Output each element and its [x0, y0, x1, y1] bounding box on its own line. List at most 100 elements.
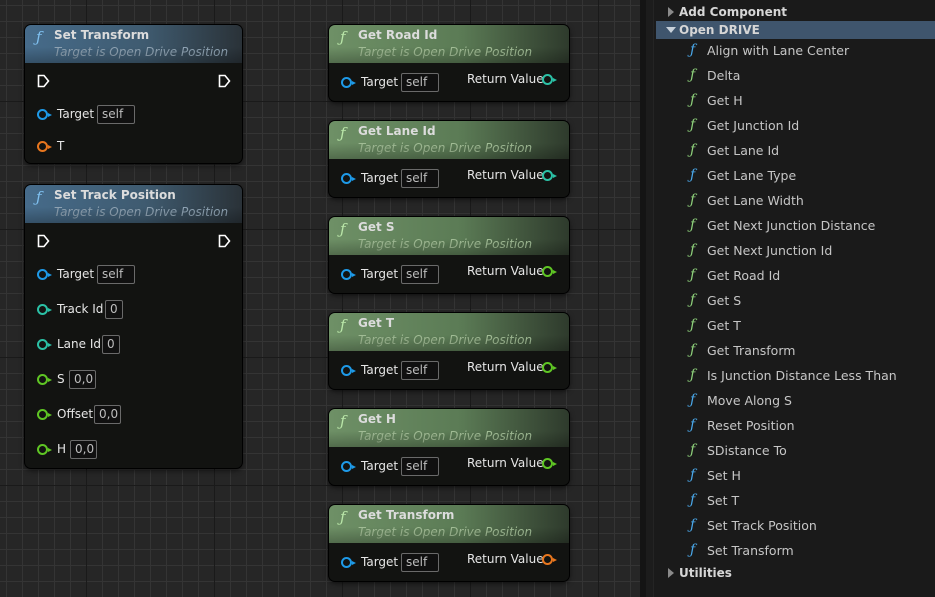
palette-item[interactable]: ƒ Get Junction Id [656, 115, 935, 137]
struct-return-pin-icon[interactable] [542, 554, 557, 565]
target-input[interactable]: self [401, 265, 439, 284]
category-open-drive[interactable]: Open DRIVE [656, 21, 935, 39]
node-header[interactable]: ƒ Get Lane Id Target is Open Drive Posit… [329, 121, 569, 159]
palette-item[interactable]: ƒ Set H [656, 465, 935, 487]
int-pin-icon[interactable] [37, 339, 52, 350]
float-pin-icon[interactable] [37, 444, 52, 455]
palette-item-label: Delta [707, 68, 741, 83]
int-pin-icon[interactable] [37, 304, 52, 315]
palette-item[interactable]: ƒ Reset Position [656, 415, 935, 437]
return-label: Return Value [467, 264, 544, 278]
node-get-road-id[interactable]: ƒ Get Road Id Target is Open Drive Posit… [329, 25, 569, 101]
node-header[interactable]: ƒ Get Road Id Target is Open Drive Posit… [329, 25, 569, 63]
palette-item[interactable]: ƒ Align with Lane Center [656, 40, 935, 62]
node-header[interactable]: ƒ Set Transform Target is Open Drive Pos… [25, 25, 242, 63]
palette-item[interactable]: ƒ Get Next Junction Id [656, 240, 935, 262]
target-input[interactable]: self [401, 457, 439, 476]
object-pin-icon[interactable] [341, 365, 356, 376]
pin-row-h: H 0,0 [25, 440, 242, 459]
palette-item[interactable]: ƒ Is Junction Distance Less Than [656, 365, 935, 387]
palette-item[interactable]: ƒ Get S [656, 290, 935, 312]
palette-item-label: Set Track Position [707, 518, 817, 533]
int-return-pin-icon[interactable] [542, 170, 557, 181]
palette-item[interactable]: ƒ Delta [656, 65, 935, 87]
palette-item-label: Get Transform [707, 343, 796, 358]
object-pin-icon[interactable] [341, 77, 356, 88]
palette-item[interactable]: ƒ Get H [656, 90, 935, 112]
node-subtitle: Target is Open Drive Position [358, 333, 533, 347]
pure-function-icon: ƒ [690, 92, 696, 108]
chevron-right-icon[interactable] [668, 7, 674, 17]
target-input[interactable]: self [401, 169, 439, 188]
offset-input[interactable]: 0,0 [94, 405, 121, 424]
node-get-t[interactable]: ƒ Get T Target is Open Drive Position Ta… [329, 313, 569, 389]
object-pin-icon[interactable] [341, 173, 356, 184]
node-subtitle: Target is Open Drive Position [358, 45, 533, 59]
palette-item[interactable]: ƒ SDistance To [656, 440, 935, 462]
float-pin-icon[interactable] [37, 374, 52, 385]
int-return-pin-icon[interactable] [542, 74, 557, 85]
target-input[interactable]: self [97, 105, 135, 124]
node-get-h[interactable]: ƒ Get H Target is Open Drive Position Ta… [329, 409, 569, 485]
function-icon: ƒ [690, 392, 696, 408]
float-pin-icon[interactable] [37, 409, 52, 420]
function-icon: ƒ [340, 412, 346, 430]
exec-in-pin-icon[interactable] [37, 234, 50, 248]
palette-item[interactable]: ƒ Get Road Id [656, 265, 935, 287]
exec-row [25, 74, 242, 90]
node-header[interactable]: ƒ Get T Target is Open Drive Position [329, 313, 569, 351]
chevron-down-icon[interactable] [666, 27, 676, 33]
palette-item[interactable]: ƒ Set T [656, 490, 935, 512]
category-label: Open DRIVE [679, 23, 760, 37]
node-header[interactable]: ƒ Get Transform Target is Open Drive Pos… [329, 505, 569, 543]
target-input[interactable]: self [97, 265, 135, 284]
node-set-track-position[interactable]: ƒ Set Track Position Target is Open Driv… [25, 185, 242, 468]
pin-row: Target self Return Value [329, 552, 569, 572]
chevron-right-icon[interactable] [668, 568, 674, 578]
palette-item[interactable]: ƒ Get Lane Type [656, 165, 935, 187]
object-pin-icon[interactable] [341, 557, 356, 568]
target-input[interactable]: self [401, 553, 439, 572]
palette-item[interactable]: ƒ Get Transform [656, 340, 935, 362]
float-return-pin-icon[interactable] [542, 458, 557, 469]
palette-item[interactable]: ƒ Get Lane Id [656, 140, 935, 162]
target-input[interactable]: self [401, 73, 439, 92]
track-id-input[interactable]: 0 [105, 300, 123, 319]
exec-out-pin-icon[interactable] [218, 74, 231, 88]
palette-item[interactable]: ƒ Get T [656, 315, 935, 337]
exec-in-pin-icon[interactable] [37, 74, 50, 88]
float-return-pin-icon[interactable] [542, 362, 557, 373]
action-palette: Add Component Open DRIVE ƒ Align with Lan… [640, 0, 935, 597]
node-set-transform[interactable]: ƒ Set Transform Target is Open Drive Pos… [25, 25, 242, 163]
struct-pin-icon[interactable] [37, 141, 52, 152]
function-icon: ƒ [690, 542, 696, 558]
node-get-s[interactable]: ƒ Get S Target is Open Drive Position Ta… [329, 217, 569, 293]
palette-item[interactable]: ƒ Get Next Junction Distance [656, 215, 935, 237]
palette-item[interactable]: ƒ Set Transform [656, 540, 935, 562]
blueprint-graph[interactable]: ƒ Set Transform Target is Open Drive Pos… [0, 0, 640, 597]
object-pin-icon[interactable] [37, 109, 52, 120]
exec-out-pin-icon[interactable] [218, 234, 231, 248]
category-utilities[interactable]: Utilities [656, 564, 935, 582]
category-add-component[interactable]: Add Component [656, 3, 935, 21]
float-return-pin-icon[interactable] [542, 266, 557, 277]
palette-item-label: Get Lane Width [707, 193, 804, 208]
s-input[interactable]: 0,0 [69, 370, 96, 389]
object-pin-icon[interactable] [37, 269, 52, 280]
palette-item[interactable]: ƒ Get Lane Width [656, 190, 935, 212]
lane-id-input[interactable]: 0 [102, 335, 120, 354]
palette-item[interactable]: ƒ Set Track Position [656, 515, 935, 537]
node-get-lane-id[interactable]: ƒ Get Lane Id Target is Open Drive Posit… [329, 121, 569, 197]
node-get-transform[interactable]: ƒ Get Transform Target is Open Drive Pos… [329, 505, 569, 581]
object-pin-icon[interactable] [341, 461, 356, 472]
object-pin-icon[interactable] [341, 269, 356, 280]
node-header[interactable]: ƒ Get H Target is Open Drive Position [329, 409, 569, 447]
node-header[interactable]: ƒ Set Track Position Target is Open Driv… [25, 185, 242, 223]
palette-item[interactable]: ƒ Move Along S [656, 390, 935, 412]
palette-item-label: Get S [707, 293, 742, 308]
node-header[interactable]: ƒ Get S Target is Open Drive Position [329, 217, 569, 255]
target-input[interactable]: self [401, 361, 439, 380]
pure-function-icon: ƒ [690, 292, 696, 308]
h-input[interactable]: 0,0 [70, 440, 97, 459]
panel-scroll-strip[interactable] [646, 0, 654, 597]
